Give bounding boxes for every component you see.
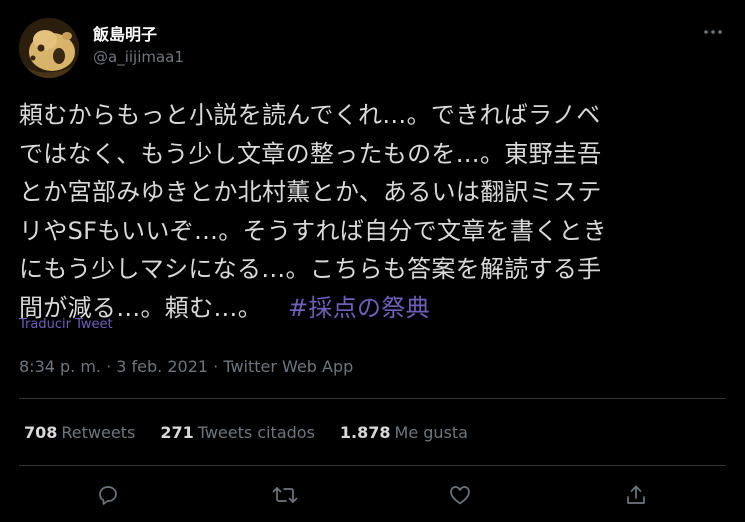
author-handle[interactable]: @a_iijimaa1 (93, 48, 184, 66)
reply-button[interactable] (93, 480, 123, 510)
tweet-actions (0, 480, 745, 510)
retweet-icon (272, 487, 298, 503)
tweet-meta: 8:34 p. m. · 3 feb. 2021 · Twitter Web A… (19, 357, 353, 376)
avatar[interactable] (19, 18, 79, 78)
more-horizontal-icon (704, 30, 722, 34)
tweet-date[interactable]: 3 feb. 2021 (116, 357, 208, 376)
tweet-text-line: 頼むからもっと小説を読んでくれ…。できればラノベ (19, 101, 601, 129)
tweet-text: 頼むからもっと小説を読んでくれ…。できればラノベ ではなく、もう少し文章の整った… (19, 96, 734, 327)
tweet-text-last-line: 間が減る…。頼む…。 #採点の祭典 (19, 289, 734, 328)
avatar-image (19, 18, 79, 78)
tweet-source[interactable]: Twitter Web App (223, 357, 353, 376)
share-button[interactable] (621, 480, 651, 510)
more-options-button[interactable] (700, 22, 726, 42)
likes-count: 1.878 (339, 423, 391, 442)
tweet-time[interactable]: 8:34 p. m. (19, 357, 101, 376)
tweet-text-line: にもう少しマシになる…。こちらも答案を解読する手 (19, 255, 602, 283)
retweets-stat[interactable]: 708 Retweets (24, 423, 135, 442)
meta-separator: · (101, 357, 117, 376)
likes-stat[interactable]: 1.878 Me gusta (340, 423, 468, 442)
likes-label: Me gusta (394, 423, 468, 442)
meta-separator: · (208, 357, 224, 376)
like-button[interactable] (445, 480, 475, 510)
retweets-label: Retweets (61, 423, 136, 442)
tweet-text-line: とか宮部みゆきとか北村薫とか、あるいは翻訳ミステ (19, 178, 602, 206)
share-icon (627, 485, 645, 504)
quote-tweets-stat[interactable]: 271 Tweets citados (160, 423, 315, 442)
author-display-name[interactable]: 飯島明子 (93, 21, 157, 45)
tweet: 飯島明子 @a_iijimaa1 頼むからもっと小説を読んでくれ…。できればラノ… (0, 0, 745, 522)
divider (19, 465, 726, 466)
retweet-button[interactable] (270, 480, 300, 510)
heart-icon (450, 486, 470, 505)
quote-tweets-count: 271 (160, 423, 194, 442)
tweet-text-line: ではなく、もう少し文章の整ったものを…。東野圭吾 (19, 139, 602, 168)
translate-tweet-link[interactable]: Traducir Tweet (19, 317, 113, 332)
tweet-text-line: リやSFもいいぞ…。そうすれば自分で文章を書くとき (19, 216, 608, 245)
quote-tweets-label: Tweets citados (197, 423, 315, 442)
retweets-count: 708 (24, 423, 58, 442)
divider (19, 398, 726, 399)
hashtag-link[interactable]: #採点の祭典 (288, 294, 430, 322)
tweet-stats: 708 Retweets 271 Tweets citados 1.878 Me gu… (24, 423, 493, 442)
reply-icon (99, 486, 117, 505)
